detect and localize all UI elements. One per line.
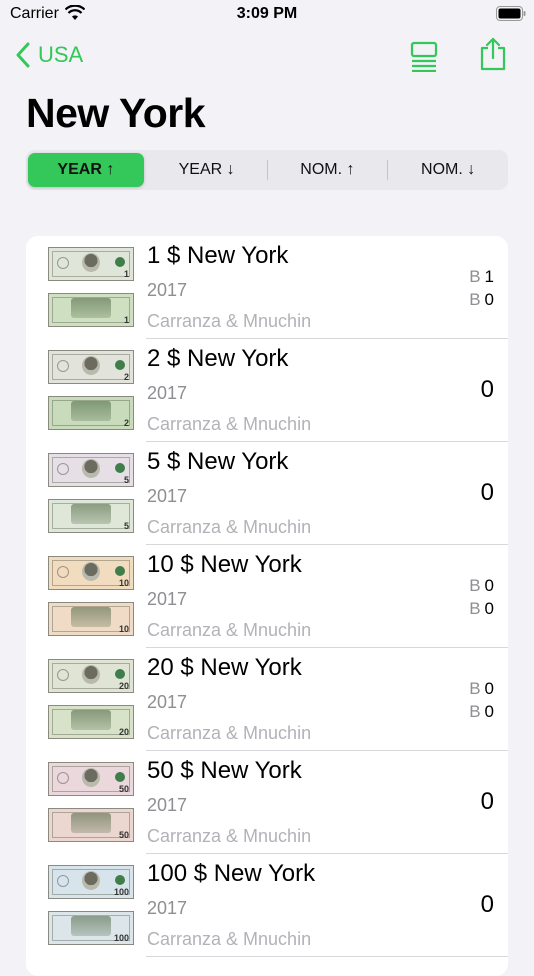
count-value: 0 [484,576,494,595]
note-count-breakdown: B1B0 [469,265,494,311]
note-signers: Carranza & Mnuchin [147,311,312,331]
status-bar: Carrier 3:09 PM [0,0,534,30]
note-signers: Carranza & Mnuchin [147,723,312,743]
note-count-breakdown: B0B0 [469,677,494,723]
list-item[interactable]: 100 100 100 $ New York 2017 Carranza & Mnuch… [26,854,508,957]
sort-nominal-descending[interactable]: NOM. ↓ [390,153,506,187]
note-signers: Carranza & Mnuchin [147,414,312,434]
list-item[interactable]: 50 50 50 $ New York 2017 Carranza & Mnuchin 0 [26,751,508,854]
banknote-list: 111 $ New York 2017 Carranza & Mnuchin B 1 B 0… [26,236,508,976]
note-title: 5 $ New York [147,448,289,475]
count-label: B [469,702,481,721]
note-count-breakdown: B0B0 [469,574,494,620]
count-label: B [469,576,481,595]
note-count: 0 [480,788,494,815]
sort-nominal-ascending[interactable]: NOM. ↑ [270,153,386,187]
page-title: New York [26,90,206,136]
count-value: 1 [484,267,494,286]
clock: 3:09 PM [236,5,298,22]
sort-segmented-control: YEAR ↑ YEAR ↓ NOM. ↑ NOM. ↓ [26,150,508,190]
banknote-back-image: 1 [48,293,134,327]
count-value: 0 [484,290,494,309]
banknote-front-image: 5 [48,453,134,487]
row-divider [146,956,508,957]
share-icon[interactable] [478,36,508,72]
navigation-bar: USA [0,36,534,76]
banknote-back-image: 10 [48,602,134,636]
count-label: B [469,679,481,698]
count-label: B [469,599,481,618]
banknote-back-image: 2 [48,396,134,430]
note-title: 1 $ New York [147,242,289,269]
segment-divider [266,160,268,180]
banknote-back-image: 5 [48,499,134,533]
note-signers: Carranza & Mnuchin [147,826,312,846]
chevron-left-icon [16,42,30,68]
note-count: 0 [480,479,494,506]
sort-year-ascending[interactable]: YEAR ↑ [28,153,144,187]
segment-divider [387,160,389,180]
note-count: 0 [480,891,494,918]
note-year: 2017 [147,692,188,712]
banknote-front-image: 1 [48,247,134,281]
note-signers: Carranza & Mnuchin [147,620,312,640]
banknote-front-image: 50 [48,762,134,796]
count-label: B [469,290,481,309]
note-title: 20 $ New York [147,654,302,681]
battery-icon [496,6,526,21]
note-year: 2017 [147,280,188,300]
banknote-front-image: 2 [48,350,134,384]
sort-year-descending[interactable]: YEAR ↓ [149,153,265,187]
banknote-front-image: 100 [48,865,134,899]
note-count: 0 [480,376,494,403]
note-signers: Carranza & Mnuchin [147,517,312,537]
note-year: 2017 [147,383,188,403]
count-value: 0 [484,679,494,698]
banknote-front-image: 20 [48,659,134,693]
banknote-back-image: 50 [48,808,134,842]
note-signers: Carranza & Mnuchin [147,929,312,949]
list-item[interactable]: 2 2 2 $ New York 2017 Carranza & Mnuchin 0 [26,339,508,442]
list-item[interactable]: 111 $ New York 2017 Carranza & Mnuchin B 1 B 0 [26,236,508,339]
note-title: 2 $ New York [147,345,289,372]
count-label: B [469,267,481,286]
banknote-back-image: 100 [48,911,134,945]
banknote-back-image: 20 [48,705,134,739]
note-title: 50 $ New York [147,757,302,784]
list-item[interactable]: 10 10 10 $ New York 2017 Carranza & Mnuchin B… [26,545,508,648]
note-year: 2017 [147,898,188,918]
note-year: 2017 [147,486,188,506]
count-value: 0 [484,599,494,618]
note-title: 10 $ New York [147,551,302,578]
list-item[interactable]: 20 20 20 $ New York 2017 Carranza & Mnuchin B… [26,648,508,751]
back-label: USA [38,42,84,67]
list-view-icon[interactable] [408,38,440,72]
banknote-front-image: 10 [48,556,134,590]
note-year: 2017 [147,795,188,815]
count-value: 0 [484,702,494,721]
back-button[interactable]: USA [14,38,83,72]
list-item[interactable]: 5 5 5 $ New York 2017 Carranza & Mnuchin 0 [26,442,508,545]
note-title: 100 $ New York [147,860,316,887]
note-year: 2017 [147,589,188,609]
